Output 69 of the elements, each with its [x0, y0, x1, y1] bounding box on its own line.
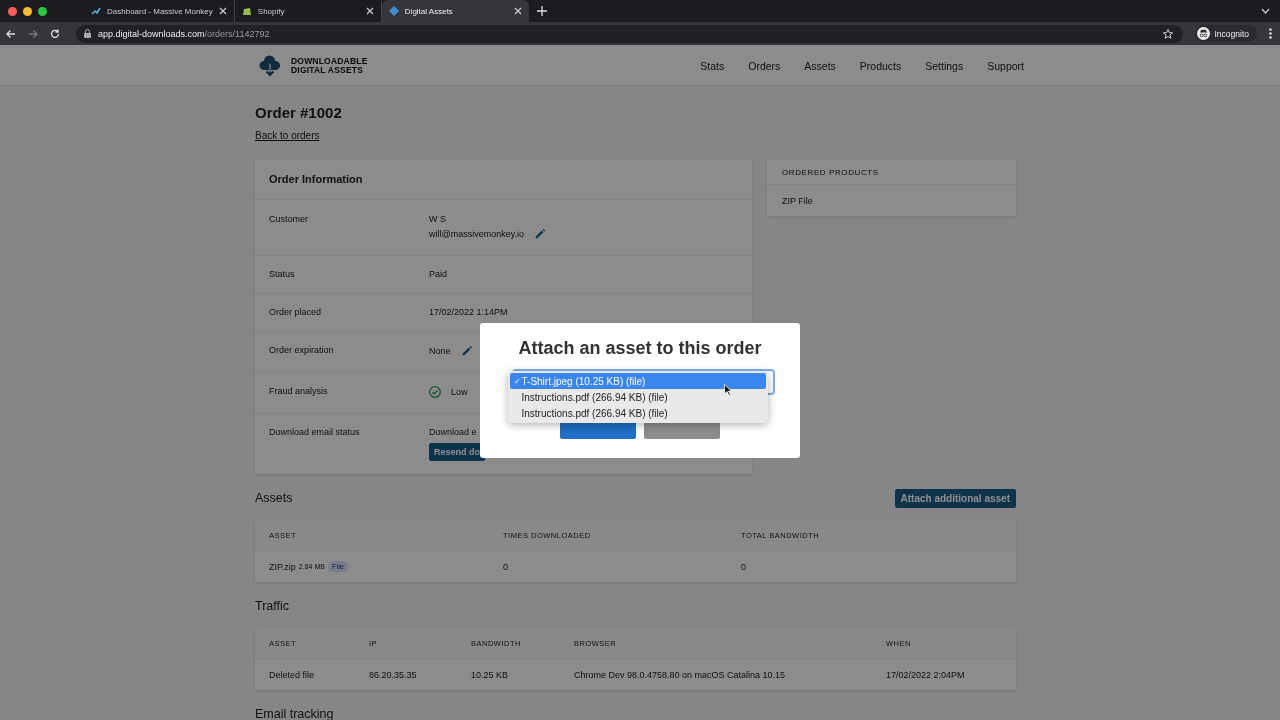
brand-name: DOWNLOADABLE DIGITAL ASSETS [291, 56, 368, 75]
table-cell-text: Deleted file [268, 669, 316, 680]
field-value: None [429, 346, 451, 356]
reload-icon[interactable] [50, 28, 60, 39]
menu-icon[interactable] [1269, 28, 1272, 39]
lock-icon [84, 29, 91, 38]
new-tab-icon[interactable] [536, 6, 547, 16]
browser-tab[interactable]: Digital Assets [381, 0, 529, 22]
chart-icon [91, 6, 101, 16]
table-cell-text: Chrome Dev 98.0.4758.80 on macOS Catalina 10.15 [573, 669, 787, 680]
profile-button[interactable]: Incognito [1194, 25, 1257, 42]
forward-icon[interactable] [28, 28, 38, 39]
nav-link[interactable]: Assets [804, 59, 836, 72]
table-cell-text: 0 [502, 561, 509, 572]
card-title: ORDERED PRODUCTS [767, 160, 1016, 185]
back-link[interactable]: Back to orders [255, 130, 320, 141]
page-title: Order #1002 [255, 104, 343, 121]
attach-asset-button[interactable]: Attach additional asset [894, 488, 1016, 508]
cloud-download-icon [259, 54, 281, 77]
pencil-icon[interactable] [534, 228, 546, 240]
table-cell-text: 0 [740, 561, 747, 572]
close-icon[interactable] [218, 7, 227, 15]
nav-link[interactable]: Orders [748, 59, 781, 72]
back-icon[interactable] [6, 28, 16, 39]
section-title: Traffic [255, 599, 290, 613]
close-icon[interactable] [365, 7, 374, 15]
field-label: Status [269, 269, 296, 280]
section-title: Assets [255, 491, 293, 505]
resend-button[interactable]: Resend do [429, 443, 485, 461]
field-value: Download e [429, 427, 477, 437]
nav-link[interactable]: Stats [700, 59, 725, 72]
modal-title: Attach an asset to this order [518, 338, 762, 359]
product-item: ZIP File [781, 195, 814, 208]
tab-title: Digital Assets [404, 6, 454, 16]
field-label: Order expiration [269, 345, 335, 357]
field-value: Paid [429, 269, 447, 279]
star-icon[interactable] [1162, 28, 1173, 39]
table-cell-text: 86.20.35.35 [368, 669, 418, 680]
field-value: will@massivemonkey.io [429, 229, 524, 239]
field-label: Download email status [269, 427, 361, 439]
nav-link[interactable]: Support [987, 59, 1024, 72]
field-label: Fraud analysis [269, 386, 329, 398]
field-value: Low [451, 387, 468, 397]
dropdown-option[interactable]: ✓T-Shirt.jpeg (10.25 KB) (file) [509, 373, 766, 389]
check-circle-icon [429, 386, 441, 398]
tab-title: Dashboard - Massive Monkey [107, 6, 213, 16]
table-cell-text: 17/02/2022 2:04PM [885, 669, 966, 680]
asset-name: ZIP.zip [269, 561, 296, 572]
close-icon[interactable] [513, 7, 522, 15]
nav-link[interactable]: Settings [925, 59, 964, 72]
section-title: Email tracking [255, 707, 334, 720]
incognito-icon [1196, 27, 1210, 40]
table-cell-text: 10.25 KB [470, 669, 510, 680]
nav-link[interactable]: Products [859, 59, 902, 72]
pencil-icon[interactable] [460, 345, 473, 357]
card-title: Order Information [255, 160, 752, 200]
field-label: Order placed [269, 307, 323, 318]
diamond-icon [388, 6, 399, 16]
url-text: app.digital-downloads.com/orders/1142792 [98, 28, 270, 39]
dropdown-option[interactable]: Instructions.pdf (266.94 KB) (file) [509, 389, 766, 405]
field-label: Customer [269, 214, 309, 226]
tab-title: Shopify [257, 6, 286, 16]
dropdown-option[interactable]: Instructions.pdf (266.94 KB) (file) [509, 405, 766, 421]
field-value: W S [429, 214, 446, 224]
chevron-down-icon[interactable] [1261, 8, 1270, 14]
cursor-icon [723, 384, 732, 396]
address-bar[interactable]: app.digital-downloads.com/orders/1142792 [76, 24, 1183, 43]
field-value: 17/02/2022 1:14PM [429, 307, 508, 317]
shopping-bag-icon [241, 6, 252, 16]
